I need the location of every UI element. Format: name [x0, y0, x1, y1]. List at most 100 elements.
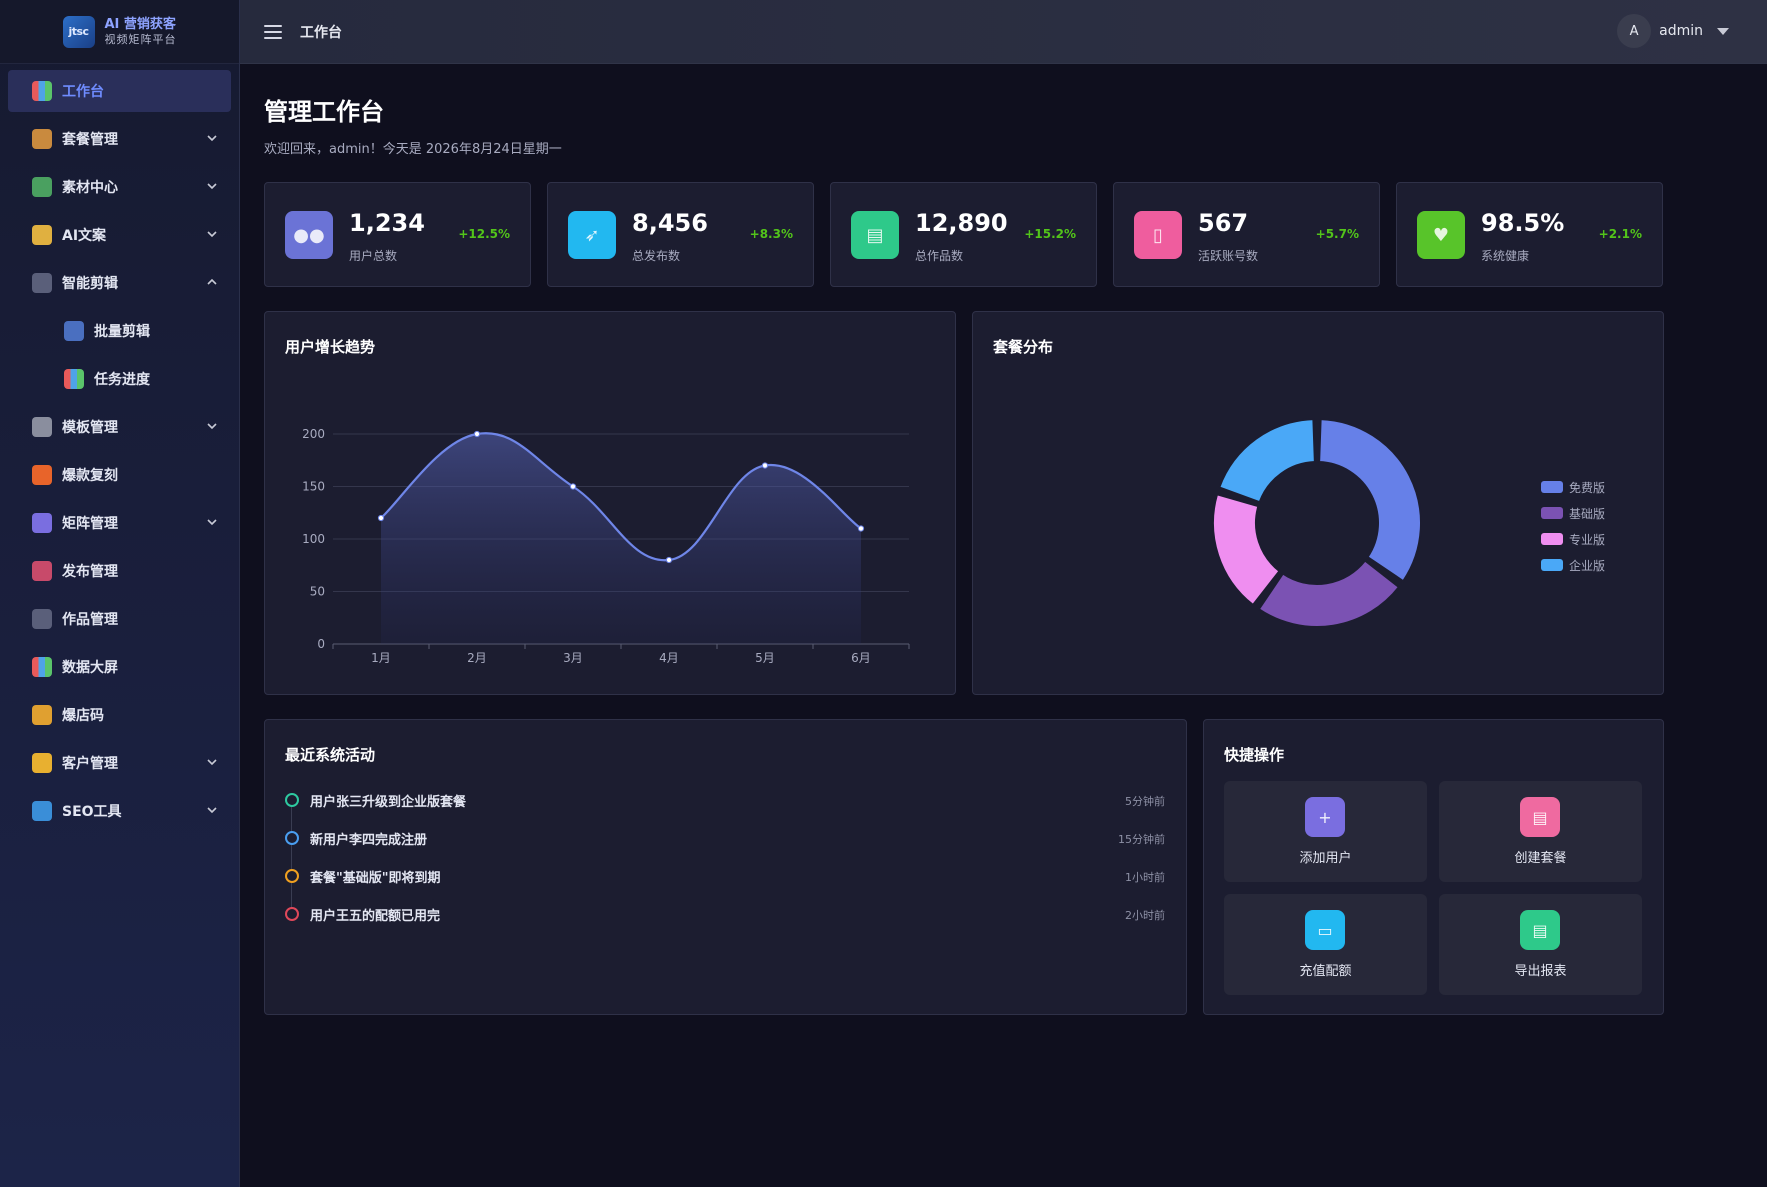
- brand-logo[interactable]: jtsc AI 营销获客 视频矩阵平台: [0, 0, 239, 64]
- sidebar-item-label: 数据大屏: [62, 660, 118, 676]
- legend-entry[interactable]: 企业版: [1541, 552, 1605, 578]
- sidebar-item-label: 爆店码: [62, 708, 104, 724]
- film-icon: [64, 321, 84, 341]
- header-title: 工作台: [300, 24, 342, 41]
- chevron-down-icon[interactable]: [205, 419, 219, 433]
- stat-card: ➶ 8,456 总发布数 +8.3%: [547, 182, 814, 287]
- chevron-down-icon[interactable]: [205, 227, 219, 241]
- stat-value: 1,234: [349, 209, 425, 237]
- legend-label: 专业版: [1569, 532, 1606, 547]
- sidebar-item-10[interactable]: 发布管理: [8, 550, 231, 592]
- stat-card: ▤ 12,890 总作品数 +15.2%: [830, 182, 1097, 287]
- donut-slice[interactable]: [1218, 418, 1316, 504]
- sidebar-item-label: SEO工具: [62, 804, 122, 820]
- sidebar-nav: 工作台套餐管理素材中心 AI文案智能剪辑批量剪辑任务进度模板管理爆款复刻矩阵管理发…: [0, 64, 239, 832]
- quick-action-label: 充值配额: [1299, 964, 1352, 979]
- chevron-up-icon[interactable]: [205, 275, 219, 289]
- plan-distribution-card: 套餐分布 免费版 基础版 专业版 企业版: [972, 311, 1664, 695]
- list-item: 套餐"基础版"即将到期 1小时前: [285, 866, 1185, 886]
- sidebar-item-label: 客户管理: [62, 756, 118, 772]
- legend-entry[interactable]: 免费版: [1541, 474, 1605, 500]
- sidebar-item-label: 发布管理: [62, 564, 118, 580]
- sidebar-item-15[interactable]: SEO工具: [8, 790, 231, 832]
- timeline-line: [291, 798, 292, 911]
- stat-value: 8,456: [632, 209, 708, 237]
- brand-subtitle: 视频矩阵平台: [104, 32, 177, 46]
- sidebar-item-11[interactable]: 作品管理: [8, 598, 231, 640]
- sidebar-item-0[interactable]: 工作台: [8, 70, 231, 112]
- activity-time: 5分钟前: [1125, 795, 1165, 808]
- clapper-icon: [32, 273, 52, 293]
- legend-swatch: [1541, 559, 1563, 571]
- app-root: jtsc AI 营销获客 视频矩阵平台 工作台套餐管理素材中心 AI文案智能剪辑批…: [0, 0, 1767, 1187]
- sidebar-item-label: 素材中心: [62, 180, 118, 196]
- sidebar-item-12[interactable]: 数据大屏: [8, 646, 231, 688]
- donut-slice[interactable]: [1318, 418, 1422, 583]
- clapper-icon: [32, 609, 52, 629]
- user-name[interactable]: admin: [1659, 23, 1703, 39]
- stat-change: +2.1%: [1598, 227, 1642, 241]
- sidebar-item-2[interactable]: 素材中心: [8, 166, 231, 208]
- y-tick-label: 0: [317, 637, 325, 651]
- phone-icon: ▯: [1134, 211, 1182, 259]
- stat-value: 12,890: [915, 209, 1008, 237]
- stat-change: +5.7%: [1315, 227, 1359, 241]
- chevron-down-icon[interactable]: [205, 515, 219, 529]
- data-point: [377, 514, 385, 522]
- caret-down-icon[interactable]: [1717, 27, 1729, 35]
- quick-action-button[interactable]: + 添加用户: [1224, 781, 1427, 882]
- quick-action-label: 添加用户: [1299, 851, 1352, 866]
- sidebar-item-1[interactable]: 套餐管理: [8, 118, 231, 160]
- brand-title: AI 营销获客: [104, 16, 176, 32]
- page-title: 管理工作台: [264, 98, 384, 126]
- chevron-down-icon[interactable]: [205, 131, 219, 145]
- report-icon: ▤: [1520, 910, 1560, 950]
- heart-icon: ♥: [1417, 211, 1465, 259]
- activity-title: 最近系统活动: [285, 746, 376, 764]
- sidebar-item-13[interactable]: 爆店码: [8, 694, 231, 736]
- chart-icon: [64, 369, 84, 389]
- chart-icon: [32, 657, 52, 677]
- quick-action-button[interactable]: ▤ 导出报表: [1439, 894, 1642, 995]
- x-tick-label: 5月: [755, 651, 775, 665]
- welcome-text: 欢迎回来，admin！今天是 2026年8月24日星期一: [264, 142, 562, 157]
- quick-action-button[interactable]: ▭ 充值配额: [1224, 894, 1427, 995]
- sidebar-item-8[interactable]: 爆款复刻: [8, 454, 231, 496]
- quick-action-button[interactable]: ▤ 创建套餐: [1439, 781, 1642, 882]
- sidebar: jtsc AI 营销获客 视频矩阵平台 工作台套餐管理素材中心 AI文案智能剪辑批…: [0, 0, 240, 1187]
- sidebar-item-6[interactable]: 任务进度: [8, 358, 231, 400]
- activity-card: 最近系统活动 用户张三升级到企业版套餐 5分钟前 新用户李四完成注册 15分钟前 套餐"…: [264, 719, 1187, 1015]
- sidebar-item-4[interactable]: 智能剪辑: [8, 262, 231, 304]
- stat-change: +15.2%: [1024, 227, 1076, 241]
- stat-label: 用户总数: [349, 249, 398, 263]
- sidebar-item-label: 智能剪辑: [62, 276, 118, 292]
- chart-icon: [32, 81, 52, 101]
- quick-action-label: 导出报表: [1514, 964, 1567, 979]
- chevron-down-icon[interactable]: [205, 755, 219, 769]
- stat-change: +12.5%: [458, 227, 510, 241]
- sidebar-item-3[interactable]: AI文案: [8, 214, 231, 256]
- fire-icon: [32, 465, 52, 485]
- writing-icon: [32, 225, 52, 245]
- menu-toggle-icon[interactable]: [264, 24, 282, 39]
- sidebar-item-14[interactable]: 客户管理: [8, 742, 231, 784]
- users-icon: ●●: [285, 211, 333, 259]
- legend-entry[interactable]: 专业版: [1541, 526, 1605, 552]
- quick-actions-title: 快捷操作: [1224, 746, 1285, 764]
- donut-slice[interactable]: [1212, 493, 1281, 606]
- x-tick-label: 3月: [563, 651, 583, 665]
- quick-action-label: 创建套餐: [1514, 851, 1567, 866]
- plus-icon: +: [1305, 797, 1345, 837]
- chevron-down-icon[interactable]: [205, 179, 219, 193]
- list-item: 用户王五的配额已用完 2小时前: [285, 904, 1185, 924]
- sidebar-item-label: 批量剪辑: [94, 324, 150, 340]
- sidebar-item-label: 套餐管理: [62, 132, 118, 148]
- sidebar-item-7[interactable]: 模板管理: [8, 406, 231, 448]
- legend-entry[interactable]: 基础版: [1541, 500, 1605, 526]
- sidebar-item-9[interactable]: 矩阵管理: [8, 502, 231, 544]
- sidebar-item-5[interactable]: 批量剪辑: [8, 310, 231, 352]
- chevron-down-icon[interactable]: [205, 803, 219, 817]
- avatar[interactable]: A: [1617, 14, 1652, 48]
- user-menu[interactable]: A admin: [1617, 14, 1729, 48]
- x-tick-label: 4月: [659, 651, 679, 665]
